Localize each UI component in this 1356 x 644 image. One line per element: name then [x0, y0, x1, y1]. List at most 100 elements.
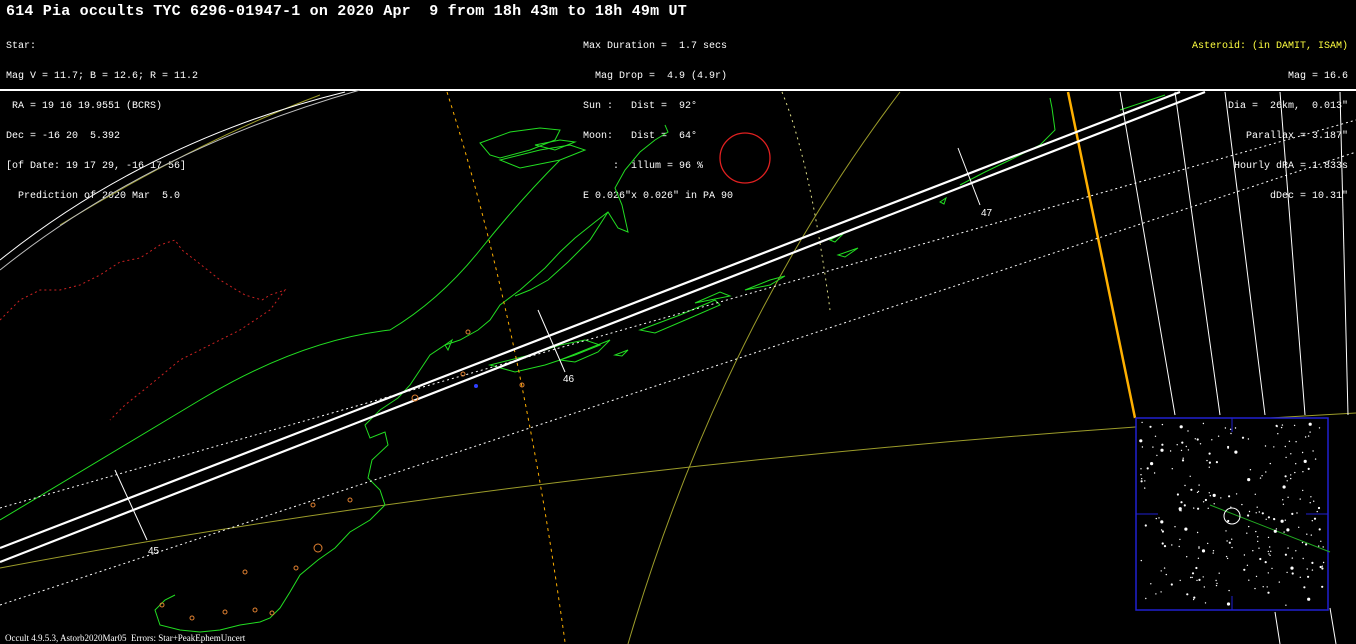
star-dot: [1176, 493, 1179, 496]
star-dot: [1215, 461, 1218, 464]
star-dot: [1218, 572, 1220, 574]
star-dot: [1261, 475, 1263, 477]
star-dot: [1179, 538, 1181, 541]
star-dot: [1190, 576, 1192, 579]
star-dot: [1220, 497, 1222, 499]
observer-marker: [474, 384, 478, 388]
star-dot: [1198, 484, 1200, 486]
star-dot: [1309, 502, 1311, 504]
star-dot: [1149, 425, 1152, 428]
star-dot: [1249, 469, 1252, 471]
star-dot: [1225, 555, 1228, 558]
star-dot: [1314, 458, 1317, 460]
event-line: Max Duration = 1.7 secs: [583, 41, 728, 52]
star-dot: [1160, 591, 1162, 593]
star-line: Mag V = 11.7; B = 12.6; R = 11.2: [6, 71, 199, 82]
star-dot: [1257, 536, 1259, 538]
star-dot: [1202, 501, 1205, 503]
star-dot: [1174, 526, 1176, 528]
star-dot: [1307, 467, 1310, 470]
path-center-south: [0, 90, 1206, 564]
star-dot: [1295, 441, 1297, 443]
star-dot: [1169, 450, 1172, 452]
star-dot: [1296, 512, 1298, 514]
time-tick-label: 46: [563, 374, 575, 385]
outer-limit-curve: [0, 91, 346, 261]
star-dot: [1230, 506, 1232, 508]
star-dot: [1262, 586, 1264, 588]
star-dot: [1196, 491, 1199, 494]
star-dot: [1154, 435, 1157, 437]
path-center-north: [0, 90, 1181, 550]
star-dot: [1290, 477, 1292, 480]
star-dot: [1306, 568, 1308, 570]
time-ticks: [114, 147, 981, 541]
star-dot: [1266, 586, 1268, 588]
star-dot: [1258, 511, 1261, 513]
star-dot: [1199, 443, 1202, 445]
star-dot: [1312, 450, 1314, 452]
star-dot: [1171, 544, 1173, 546]
star-dot: [1235, 493, 1238, 495]
star-dot: [1293, 424, 1296, 427]
star-dot: [1302, 557, 1304, 560]
star-dot: [1193, 507, 1195, 509]
star-dot: [1261, 512, 1264, 515]
star-dot: [1231, 546, 1233, 549]
star-dot: [1181, 441, 1184, 444]
star-dot: [1196, 579, 1198, 582]
star-dot: [1259, 477, 1262, 479]
star-dot: [1212, 552, 1214, 554]
star-dot: [1310, 534, 1313, 536]
star-dot: [1160, 520, 1164, 524]
star-dot: [1313, 517, 1317, 520]
star-dot: [1322, 546, 1324, 548]
star-dot: [1265, 471, 1267, 473]
star-dot: [1234, 450, 1238, 454]
star-dot: [1283, 531, 1285, 533]
star-dot: [1227, 519, 1230, 523]
occultation-map: 45 46 47: [0, 90, 1356, 644]
limit-lines-upper: [0, 90, 361, 271]
star-dot: [1280, 519, 1284, 523]
star-dot: [1287, 496, 1289, 498]
star-dot: [1264, 445, 1267, 447]
star-dot: [1291, 572, 1294, 575]
star-dot: [1254, 587, 1256, 590]
star-dot: [1145, 597, 1147, 600]
star-dot: [1197, 507, 1200, 510]
star-dot: [1291, 512, 1294, 516]
star-dot: [1281, 424, 1284, 426]
star-dot: [1141, 421, 1143, 424]
star-dot: [1140, 474, 1142, 476]
star-dot: [1228, 589, 1230, 592]
star-line: Star:: [6, 41, 37, 52]
star-dot: [1290, 566, 1294, 570]
star-dot: [1163, 545, 1167, 548]
star-dot: [1288, 440, 1291, 442]
star-dot: [1316, 510, 1318, 513]
star-dot: [1155, 593, 1157, 595]
star-dot: [1271, 567, 1273, 570]
star-dot: [1318, 528, 1321, 531]
star-dot: [1290, 474, 1292, 476]
asteroid-label: Asteroid: (in DAMIT, ISAM): [1191, 41, 1348, 52]
star-dot: [1265, 518, 1267, 520]
star-dot: [1152, 446, 1154, 448]
star-dot: [1268, 553, 1270, 555]
star-dot: [1215, 584, 1218, 587]
star-dot: [1163, 567, 1166, 569]
star-dot: [1267, 591, 1270, 594]
star-dot: [1180, 510, 1182, 512]
country-border: [0, 239, 287, 421]
star-dot: [1197, 557, 1200, 559]
star-dot: [1320, 540, 1322, 542]
star-dot: [1228, 541, 1231, 544]
time-tick-label: 47: [981, 208, 993, 219]
star-dot: [1256, 506, 1258, 508]
star-dot: [1216, 582, 1218, 585]
star-dot: [1196, 531, 1199, 534]
star-dot: [1187, 430, 1189, 432]
star-dot: [1275, 528, 1278, 530]
star-dot: [1146, 467, 1149, 470]
